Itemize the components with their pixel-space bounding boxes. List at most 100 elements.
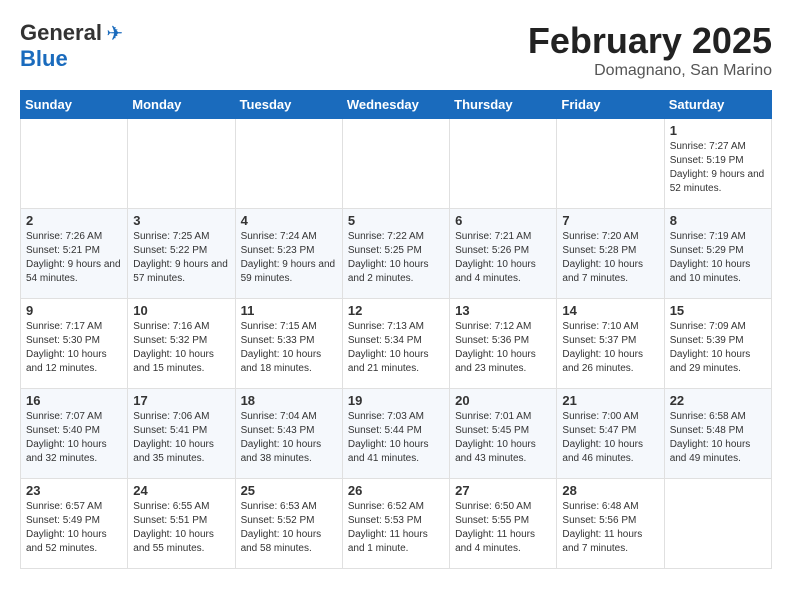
title-section: February 2025 Domagnano, San Marino [528,20,772,80]
day-info: Sunrise: 7:04 AMSunset: 5:43 PMDaylight:… [241,410,337,466]
calendar-cell: 6 Sunrise: 7:21 AMSunset: 5:26 PMDaylight… [450,209,557,299]
day-info: Sunrise: 7:10 AMSunset: 5:37 PMDaylight:… [562,320,658,376]
day-info: Sunrise: 7:01 AMSunset: 5:45 PMDaylight:… [455,410,551,466]
day-number: 18 [241,393,337,408]
day-number: 14 [562,303,658,318]
day-number: 13 [455,303,551,318]
calendar-cell [557,119,664,209]
calendar-cell: 2Sunrise: 7:26 AMSunset: 5:21 PMDaylight… [21,209,128,299]
day-info: Sunrise: 6:57 AMSunset: 5:49 PMDaylight:… [26,500,122,556]
day-info: Sunrise: 7:12 AMSunset: 5:36 PMDaylight:… [455,320,551,376]
calendar-cell: 1Sunrise: 7:27 AMSunset: 5:19 PMDaylight… [664,119,771,209]
day-number: 5 [348,213,444,228]
calendar-cell [664,479,771,569]
logo: General ✈ Blue [20,20,123,72]
calendar-cell: 5 Sunrise: 7:22 AMSunset: 5:25 PMDaylight… [342,209,449,299]
day-number: 20 [455,393,551,408]
day-number: 7 [562,213,658,228]
day-number: 21 [562,393,658,408]
day-info: Sunrise: 7:22 AMSunset: 5:25 PMDaylight:… [348,230,444,286]
day-info: Sunrise: 7:20 AMSunset: 5:28 PMDaylight:… [562,230,658,286]
day-number: 9 [26,303,122,318]
day-info: Sunrise: 6:53 AMSunset: 5:52 PMDaylight:… [241,500,337,556]
day-number: 6 [455,213,551,228]
column-header-saturday: Saturday [664,91,771,119]
calendar-cell: 25 Sunrise: 6:53 AMSunset: 5:52 PMDayligh… [235,479,342,569]
day-number: 3 [133,213,229,228]
calendar-cell: 21 Sunrise: 7:00 AMSunset: 5:47 PMDayligh… [557,389,664,479]
calendar-cell: 13 Sunrise: 7:12 AMSunset: 5:36 PMDayligh… [450,299,557,389]
day-info: Sunrise: 6:52 AMSunset: 5:53 PMDaylight:… [348,500,444,556]
day-info: Sunrise: 7:17 AMSunset: 5:30 PMDaylight:… [26,320,122,376]
calendar-cell: 14 Sunrise: 7:10 AMSunset: 5:37 PMDayligh… [557,299,664,389]
calendar-cell [450,119,557,209]
day-info: Sunrise: 7:19 AMSunset: 5:29 PMDaylight:… [670,230,766,286]
month-title: February 2025 [528,20,772,62]
calendar-week-row: 1Sunrise: 7:27 AMSunset: 5:19 PMDaylight… [21,119,772,209]
column-header-wednesday: Wednesday [342,91,449,119]
calendar-cell: 18 Sunrise: 7:04 AMSunset: 5:43 PMDayligh… [235,389,342,479]
day-number: 8 [670,213,766,228]
day-number: 12 [348,303,444,318]
calendar-cell: 22 Sunrise: 6:58 AMSunset: 5:48 PMDayligh… [664,389,771,479]
calendar-cell: 17 Sunrise: 7:06 AMSunset: 5:41 PMDayligh… [128,389,235,479]
day-number: 28 [562,483,658,498]
calendar-cell: 27Sunrise: 6:50 AMSunset: 5:55 PMDayligh… [450,479,557,569]
day-info: Sunrise: 6:58 AMSunset: 5:48 PMDaylight:… [670,410,766,466]
calendar-week-row: 2Sunrise: 7:26 AMSunset: 5:21 PMDaylight… [21,209,772,299]
calendar-cell [342,119,449,209]
day-number: 11 [241,303,337,318]
calendar-cell: 4 Sunrise: 7:24 AMSunset: 5:23 PMDaylight… [235,209,342,299]
day-number: 23 [26,483,122,498]
calendar-cell: 24Sunrise: 6:55 AMSunset: 5:51 PMDayligh… [128,479,235,569]
calendar-table: SundayMondayTuesdayWednesdayThursdayFrid… [20,90,772,569]
day-info: Sunrise: 7:24 AMSunset: 5:23 PMDaylight:… [241,230,337,286]
day-info: Sunrise: 7:26 AMSunset: 5:21 PMDaylight:… [26,230,122,286]
logo-bird-icon: ✈ [106,23,123,45]
calendar-cell: 28 Sunrise: 6:48 AMSunset: 5:56 PMDayligh… [557,479,664,569]
day-number: 17 [133,393,229,408]
day-number: 25 [241,483,337,498]
calendar-cell: 3 Sunrise: 7:25 AMSunset: 5:22 PMDaylight… [128,209,235,299]
column-header-friday: Friday [557,91,664,119]
calendar-cell: 12Sunrise: 7:13 AMSunset: 5:34 PMDayligh… [342,299,449,389]
day-info: Sunrise: 7:06 AMSunset: 5:41 PMDaylight:… [133,410,229,466]
day-number: 15 [670,303,766,318]
calendar-cell: 11Sunrise: 7:15 AMSunset: 5:33 PMDayligh… [235,299,342,389]
calendar-cell [128,119,235,209]
location-subtitle: Domagnano, San Marino [528,62,772,80]
calendar-week-row: 16 Sunrise: 7:07 AMSunset: 5:40 PMDayligh… [21,389,772,479]
calendar-cell: 19Sunrise: 7:03 AMSunset: 5:44 PMDayligh… [342,389,449,479]
calendar-cell: 26 Sunrise: 6:52 AMSunset: 5:53 PMDayligh… [342,479,449,569]
day-number: 4 [241,213,337,228]
column-header-monday: Monday [128,91,235,119]
calendar-week-row: 23 Sunrise: 6:57 AMSunset: 5:49 PMDayligh… [21,479,772,569]
calendar-cell [235,119,342,209]
day-info: Sunrise: 7:16 AMSunset: 5:32 PMDaylight:… [133,320,229,376]
calendar-cell: 23 Sunrise: 6:57 AMSunset: 5:49 PMDayligh… [21,479,128,569]
calendar-cell: 16 Sunrise: 7:07 AMSunset: 5:40 PMDayligh… [21,389,128,479]
calendar-cell: 7 Sunrise: 7:20 AMSunset: 5:28 PMDaylight… [557,209,664,299]
calendar-cell: 9 Sunrise: 7:17 AMSunset: 5:30 PMDaylight… [21,299,128,389]
day-number: 27 [455,483,551,498]
day-number: 22 [670,393,766,408]
day-info: Sunrise: 7:25 AMSunset: 5:22 PMDaylight:… [133,230,229,286]
day-info: Sunrise: 7:09 AMSunset: 5:39 PMDaylight:… [670,320,766,376]
day-number: 26 [348,483,444,498]
day-info: Sunrise: 6:48 AMSunset: 5:56 PMDaylight:… [562,500,658,556]
day-info: Sunrise: 7:00 AMSunset: 5:47 PMDaylight:… [562,410,658,466]
day-number: 16 [26,393,122,408]
column-header-tuesday: Tuesday [235,91,342,119]
column-header-sunday: Sunday [21,91,128,119]
column-header-thursday: Thursday [450,91,557,119]
calendar-week-row: 9 Sunrise: 7:17 AMSunset: 5:30 PMDaylight… [21,299,772,389]
day-info: Sunrise: 7:07 AMSunset: 5:40 PMDaylight:… [26,410,122,466]
logo-blue-text: Blue [20,46,68,71]
day-number: 24 [133,483,229,498]
calendar-cell: 20 Sunrise: 7:01 AMSunset: 5:45 PMDayligh… [450,389,557,479]
calendar-cell: 10 Sunrise: 7:16 AMSunset: 5:32 PMDayligh… [128,299,235,389]
day-info: Sunrise: 7:27 AMSunset: 5:19 PMDaylight:… [670,140,766,196]
logo-general-text: General [20,20,102,45]
day-info: Sunrise: 7:21 AMSunset: 5:26 PMDaylight:… [455,230,551,286]
day-number: 10 [133,303,229,318]
